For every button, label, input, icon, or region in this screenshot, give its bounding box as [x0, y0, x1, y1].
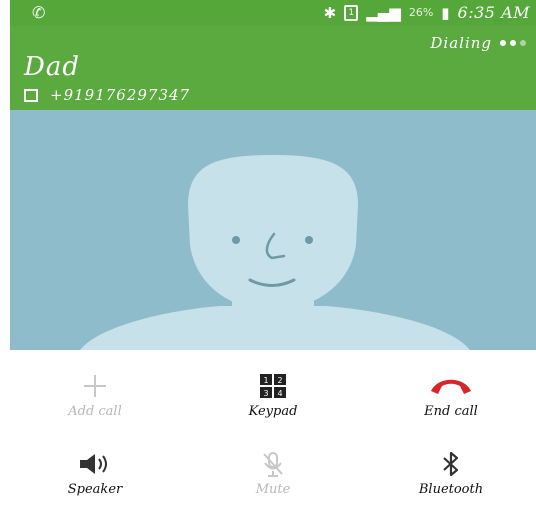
bluetooth-icon: ✱ [323, 3, 337, 22]
progress-dots [500, 40, 526, 46]
speaker-button[interactable]: Speaker [10, 446, 180, 497]
status-bar: ✆ ✱ 1 ▂▄▆ 26% ▮ 6:35 AM [10, 0, 536, 26]
end-call-label: End call [424, 404, 478, 419]
add-call-button[interactable]: Add call [10, 368, 180, 419]
keypad-label: Keypad [248, 404, 298, 419]
phone-icon: ✆ [32, 3, 46, 22]
keypad-button[interactable]: 1 2 3 4 Keypad [188, 368, 358, 419]
contact-photo-area [10, 110, 536, 350]
battery-percent: 26% [408, 6, 434, 19]
call-header: Dialing Dad +919176297347 [10, 26, 536, 110]
clock: 6:35 AM [457, 3, 530, 22]
default-avatar-icon [80, 155, 470, 350]
phone-number-icon [24, 88, 38, 102]
status-icons: ✱ 1 ▂▄▆ 26% ▮ 6:35 AM [324, 3, 530, 22]
mute-icon [188, 446, 358, 482]
mute-button[interactable]: Mute [188, 446, 358, 497]
call-controls: Add call 1 2 3 4 Keypad End call Speaker [10, 350, 536, 509]
end-call-button[interactable]: End call [366, 368, 536, 419]
phone-number: +919176297347 [50, 86, 191, 104]
contact-name: Dad [24, 52, 80, 82]
signal-icon: ▂▄▆ [366, 3, 401, 22]
svg-text:2: 2 [277, 376, 282, 385]
mute-label: Mute [255, 482, 291, 497]
call-state-label: Dialing [430, 34, 492, 52]
plus-icon [10, 368, 180, 404]
svg-text:1: 1 [263, 376, 268, 385]
sim-icon: 1 [344, 4, 359, 21]
keypad-icon: 1 2 3 4 [188, 368, 358, 404]
add-call-label: Add call [68, 404, 122, 419]
bluetooth-icon [366, 446, 536, 482]
end-call-icon [366, 368, 536, 404]
svg-text:3: 3 [263, 389, 268, 398]
call-state: Dialing [430, 34, 526, 52]
battery-icon: ▮ [441, 3, 450, 22]
speaker-icon [10, 446, 180, 482]
number-row: +919176297347 [24, 86, 190, 104]
svg-text:4: 4 [277, 389, 282, 398]
speaker-label: Speaker [67, 482, 123, 497]
bluetooth-button[interactable]: Bluetooth [366, 446, 536, 497]
bluetooth-label: Bluetooth [418, 482, 484, 497]
